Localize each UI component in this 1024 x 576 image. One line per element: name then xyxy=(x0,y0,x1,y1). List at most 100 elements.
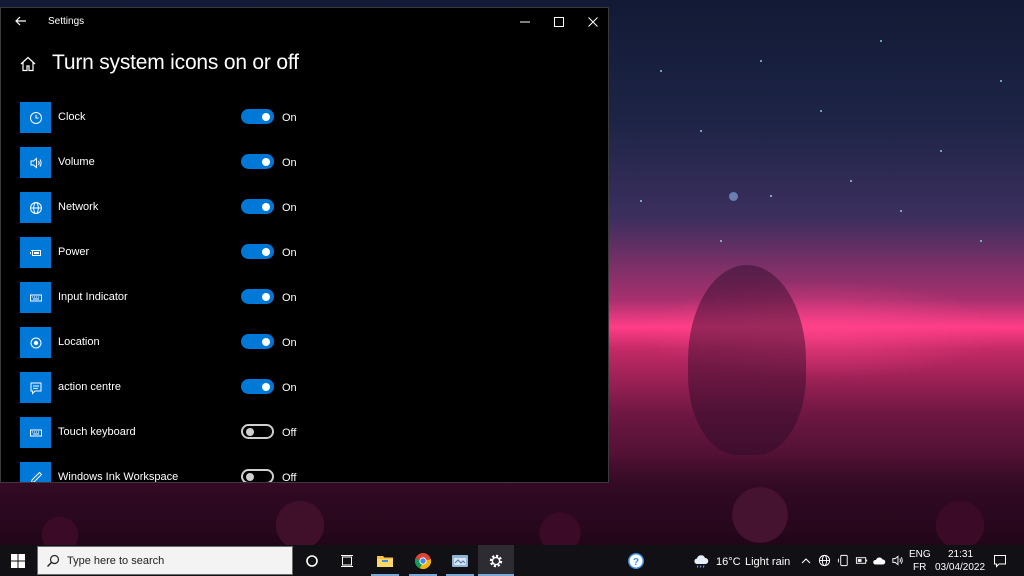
keyboard-icon xyxy=(29,294,42,301)
cortana-button[interactable] xyxy=(296,545,328,576)
app-window-button[interactable] xyxy=(442,545,478,576)
minimize-button[interactable] xyxy=(507,8,543,36)
toggle-knob xyxy=(262,247,270,256)
setting-label: Volume xyxy=(58,156,95,168)
star xyxy=(940,150,942,152)
toggle-state: On xyxy=(282,157,297,169)
clock-time: 21:31 xyxy=(948,549,974,560)
globe-icon xyxy=(818,554,830,567)
clock-icon xyxy=(29,111,42,124)
toggle-state: On xyxy=(282,292,297,304)
setting-label: Touch keyboard xyxy=(58,426,136,438)
setting-row-volume: Volume On xyxy=(20,147,320,179)
home-icon xyxy=(20,56,36,72)
title-bar[interactable]: Settings xyxy=(1,8,608,36)
setting-row-power: Power On xyxy=(20,237,320,269)
device-icon xyxy=(837,554,848,567)
settings-taskbar-button[interactable] xyxy=(478,545,514,576)
onedrive-tray-button[interactable] xyxy=(870,545,888,576)
toggle-knob xyxy=(262,112,270,121)
action-centre-toggle[interactable] xyxy=(241,379,274,394)
clock-icon-tile xyxy=(20,102,51,133)
weather-temperature[interactable]: 16°C xyxy=(716,556,741,568)
touch-keyboard-toggle[interactable] xyxy=(241,424,274,439)
toggle-state: On xyxy=(282,247,297,259)
start-button[interactable] xyxy=(0,545,36,576)
cloud-icon xyxy=(873,557,886,564)
maximize-button[interactable] xyxy=(541,8,577,36)
setting-label: action centre xyxy=(58,381,121,393)
battery-tray-button[interactable] xyxy=(852,545,870,576)
volume-icon-tile xyxy=(20,147,51,178)
toggle-state: On xyxy=(282,382,297,394)
star xyxy=(980,240,982,242)
minimize-icon xyxy=(520,21,530,23)
action-centre-icon-tile xyxy=(20,372,51,403)
cloud-rain-icon xyxy=(694,554,709,568)
pen-icon-tile xyxy=(20,462,51,482)
setting-label: Clock xyxy=(58,111,86,123)
app-window-icon xyxy=(452,554,468,567)
gear-icon xyxy=(489,554,503,567)
clock[interactable]: 21:31 03/04/2022 xyxy=(932,545,986,576)
star xyxy=(720,240,722,242)
setting-label: Input Indicator xyxy=(58,291,128,303)
toggle-knob xyxy=(246,472,254,481)
svg-text:?: ? xyxy=(633,557,639,568)
page-title: Turn system icons on or off xyxy=(52,51,299,74)
setting-row-action-centre: action centre On xyxy=(20,372,320,404)
toggle-knob xyxy=(262,337,270,346)
volume-toggle[interactable] xyxy=(241,154,274,169)
location-icon xyxy=(30,337,41,348)
search-icon xyxy=(47,554,60,567)
help-button[interactable]: ? xyxy=(622,545,650,576)
wallpaper-planet xyxy=(729,192,738,201)
language-secondary: FR xyxy=(913,562,927,573)
chrome-icon xyxy=(414,552,432,569)
volume-icon xyxy=(30,156,42,169)
setting-row-windows-ink-workspace: Windows Ink Workspace Off xyxy=(20,462,320,482)
clock-date: 03/04/2022 xyxy=(935,562,986,573)
network-tray-button[interactable] xyxy=(815,545,833,576)
file-explorer-button[interactable] xyxy=(367,545,403,576)
app-title: Settings xyxy=(48,16,85,27)
toggle-state: Off xyxy=(282,427,297,439)
windows-ink-workspace-toggle[interactable] xyxy=(241,469,274,482)
taskbar: Type here to search ? 16°C Light rain EN… xyxy=(0,545,1024,576)
action-centre-icon xyxy=(30,382,41,395)
notifications-button[interactable] xyxy=(988,545,1012,576)
language-indicator[interactable]: ENG FR xyxy=(906,545,931,576)
setting-row-input-indicator: Input Indicator On xyxy=(20,282,320,314)
search-input[interactable]: Type here to search xyxy=(37,546,293,575)
close-button[interactable] xyxy=(575,8,608,36)
task-view-button[interactable] xyxy=(331,545,363,576)
toggle-knob xyxy=(262,157,270,166)
back-button[interactable] xyxy=(12,12,30,30)
volume-tray-button[interactable] xyxy=(888,545,906,576)
toggle-knob xyxy=(246,427,254,436)
power-toggle[interactable] xyxy=(241,244,274,259)
toggle-knob xyxy=(262,382,270,391)
show-hidden-icons-button[interactable] xyxy=(798,545,814,576)
location-toggle[interactable] xyxy=(241,334,274,349)
input-indicator-toggle[interactable] xyxy=(241,289,274,304)
setting-row-clock: Clock On xyxy=(20,102,320,134)
device-tray-button[interactable] xyxy=(834,545,852,576)
pen-icon xyxy=(30,471,42,482)
chrome-button[interactable] xyxy=(405,545,441,576)
setting-row-location: Location On xyxy=(20,327,320,359)
toggle-state: On xyxy=(282,112,297,124)
setting-row-network: Network On xyxy=(20,192,320,224)
setting-label: Network xyxy=(58,201,99,213)
clock-toggle[interactable] xyxy=(241,109,274,124)
weather-widget[interactable] xyxy=(690,545,712,576)
network-toggle[interactable] xyxy=(241,199,274,214)
toggle-state: On xyxy=(282,202,297,214)
folder-icon xyxy=(377,555,393,567)
weather-condition[interactable]: Light rain xyxy=(745,556,790,568)
volume-icon xyxy=(891,555,903,566)
star xyxy=(760,60,762,62)
star xyxy=(1000,80,1002,82)
battery-icon-tile xyxy=(20,237,51,268)
home-button[interactable] xyxy=(19,55,37,73)
